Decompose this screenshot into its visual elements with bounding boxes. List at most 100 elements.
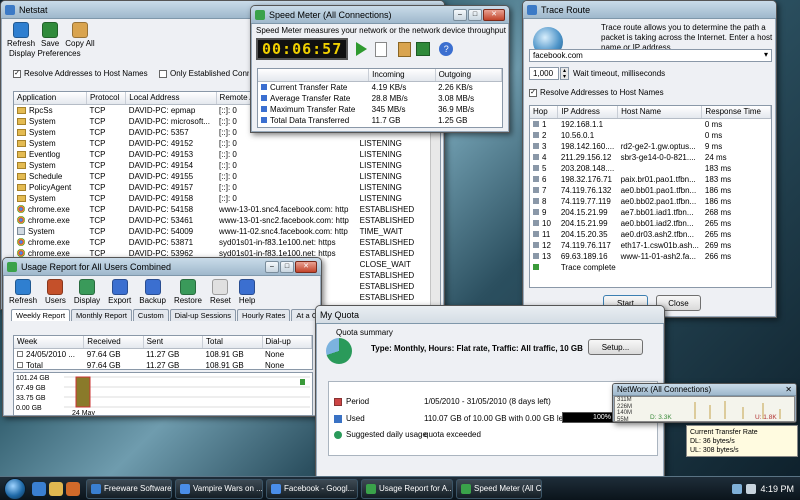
- clock[interactable]: 4:19 PM: [760, 484, 794, 494]
- usage-report-titlebar[interactable]: Usage Report for All Users Combined – □ ✕: [3, 258, 321, 276]
- column-header[interactable]: Protocol: [86, 92, 127, 105]
- table-row[interactable]: Total 97.64 GB 11.27 GB 108.91 GB None: [14, 360, 312, 369]
- table-row[interactable]: System TCP DAVID-PC: 49154 [::]: 0 LISTENING: [14, 160, 440, 171]
- usage-restore-button[interactable]: Restore: [174, 279, 202, 305]
- usage-display-button[interactable]: Display: [74, 279, 100, 305]
- host-input[interactable]: facebook.com ▾: [529, 49, 772, 62]
- netstat-refresh-button[interactable]: Refresh: [7, 22, 35, 48]
- start-orb-icon[interactable]: [4, 477, 26, 500]
- application-cell: Schedule: [14, 171, 86, 182]
- table-row[interactable]: 9 204.15.21.99 ae7.bb01.iad1.tfbn... 268 ms: [530, 207, 771, 218]
- clipboard-icon[interactable]: [398, 41, 412, 57]
- column-header[interactable]: Host Name: [617, 106, 703, 119]
- trace-resolve-checkbox[interactable]: ✓ Resolve Addresses to Host Names: [529, 88, 664, 97]
- chevron-down-icon[interactable]: ▾: [764, 50, 768, 59]
- tab-monthly-report[interactable]: Monthly Report: [71, 309, 132, 321]
- column-header[interactable]: Sent: [143, 336, 204, 349]
- quicklaunch-folder-icon[interactable]: [49, 481, 63, 496]
- table-row[interactable]: 8 74.119.77.119 ae0.bb02.pao1.tfbn... 186 m…: [530, 196, 771, 207]
- close-icon[interactable]: ✕: [785, 385, 792, 394]
- minimize-button[interactable]: –: [453, 8, 467, 21]
- resolve-hosts-checkbox[interactable]: ✓ Resolve Addresses to Host Names: [13, 69, 148, 78]
- column-header[interactable]: Week: [14, 336, 85, 349]
- taskbar-button[interactable]: Freeware Software...: [86, 478, 172, 499]
- help-icon[interactable]: ?: [439, 42, 454, 56]
- usage-help-button[interactable]: Help: [239, 279, 255, 305]
- tab-dial-up-sessions[interactable]: Dial-up Sessions: [169, 309, 237, 321]
- usage-refresh-button[interactable]: Refresh: [9, 279, 37, 305]
- table-row[interactable]: chrome.exe TCP DAVID-PC: 53871 syd01s01-in-…: [14, 237, 440, 248]
- table-row[interactable]: 13 69.63.189.16 www-11-01-ash2.fa... 266 ms: [530, 251, 771, 262]
- time-cell: 265 ms: [704, 229, 732, 239]
- table-row[interactable]: System TCP DAVID-PC: 49152 [::]: 0 LISTENING: [14, 138, 440, 149]
- taskbar-button[interactable]: Speed Meter (All C...: [456, 478, 542, 499]
- save-icon[interactable]: [416, 42, 431, 56]
- state-cell: ESTABLISHED: [359, 204, 415, 214]
- table-row[interactable]: 3 198.142.160.... rd2-ge2-1.gw.optus... 9 m…: [530, 141, 771, 152]
- column-header[interactable]: Hop: [530, 106, 559, 119]
- table-row[interactable]: 7 74.119.76.132 ae0.bb01.pao1.tfbn... 186 m…: [530, 185, 771, 196]
- table-row[interactable]: 12 74.119.76.117 eth17-1.csw01b.ash... 269 …: [530, 240, 771, 251]
- usage-export-button[interactable]: Export: [108, 279, 131, 305]
- table-row[interactable]: 6 198.32.176.71 paix.br01.pao1.tfbn... 183 …: [530, 174, 771, 185]
- table-row[interactable]: 5 203.208.148.... 183 ms: [530, 163, 771, 174]
- table-row[interactable]: 4 211.29.156.12 sbr3-ge14-0-0-821.... 24 ms: [530, 152, 771, 163]
- trace-route-titlebar[interactable]: Trace Route: [523, 1, 776, 19]
- table-row[interactable]: 1 192.168.1.1 0 ms: [530, 118, 771, 130]
- table-row[interactable]: System TCP DAVID-PC: 49158 [::]: 0 LISTENING: [14, 193, 440, 204]
- column-header[interactable]: Total: [202, 336, 263, 349]
- usage-reset-button[interactable]: Reset: [210, 279, 231, 305]
- quicklaunch-ie-icon[interactable]: [32, 481, 46, 496]
- close-button[interactable]: ✕: [295, 260, 317, 273]
- usage-users-button[interactable]: Users: [45, 279, 66, 305]
- network-tray-icon[interactable]: [732, 483, 743, 494]
- table-row[interactable]: PolicyAgent TCP DAVID-PC: 49157 [::]: 0 LIST…: [14, 182, 440, 193]
- taskbar-button[interactable]: Usage Report for A...: [361, 478, 453, 499]
- quicklaunch-media-icon[interactable]: [66, 481, 80, 496]
- taskbar-button[interactable]: Facebook - Googl...: [266, 478, 358, 499]
- table-row[interactable]: 2 10.56.0.1 0 ms: [530, 130, 771, 141]
- maximize-button[interactable]: □: [468, 8, 482, 21]
- tab-hourly-rates[interactable]: Hourly Rates: [237, 309, 291, 321]
- column-header[interactable]: IP Address: [557, 106, 619, 119]
- netstat-scrollbar[interactable]: [430, 104, 440, 308]
- timeout-input[interactable]: 1,000: [529, 67, 559, 80]
- tab-custom[interactable]: Custom: [132, 309, 169, 321]
- table-row[interactable]: chrome.exe TCP DAVID-PC: 53461 www-13-01-sn…: [14, 215, 440, 226]
- table-row[interactable]: chrome.exe TCP DAVID-PC: 54158 www-13-01.sn…: [14, 204, 440, 215]
- tab-weekly-report[interactable]: Weekly Report: [11, 309, 71, 321]
- usage-backup-button[interactable]: Backup: [139, 279, 166, 305]
- quota-setup-button[interactable]: Setup...: [588, 339, 643, 355]
- minimize-button[interactable]: –: [265, 260, 279, 273]
- table-row[interactable]: 10 204.15.21.99 ae0.bb01.iad2.tfbn... 265 m…: [530, 218, 771, 229]
- table-row[interactable]: System TCP DAVID-PC: 54009 www-11-02.snc4.f…: [14, 226, 440, 237]
- usage-toolbar-label: Help: [238, 296, 256, 305]
- time-cell: 183 ms: [704, 163, 732, 173]
- my-quota-titlebar[interactable]: My Quota: [316, 306, 664, 324]
- table-row[interactable]: Eventlog TCP DAVID-PC: 49153 [::]: 0 LISTENI…: [14, 149, 440, 160]
- netstat-copy-all-button[interactable]: Copy All: [65, 22, 95, 48]
- table-row[interactable]: 24/05/2010 ... 97.64 GB 11.27 GB 108.91 GB N…: [14, 348, 312, 360]
- table-row[interactable]: Trace complete: [530, 262, 771, 273]
- table-row[interactable]: Schedule TCP DAVID-PC: 49155 [::]: 0 LISTENI…: [14, 171, 440, 182]
- table-row[interactable]: 11 204.15.20.35 ae0.dr03.ash2.tfbn... 265 m…: [530, 229, 771, 240]
- remote-address-cell: [::]: 0: [219, 193, 237, 203]
- new-document-icon[interactable]: [375, 41, 388, 57]
- taskbar-button[interactable]: Vampire Wars on ...: [175, 478, 263, 499]
- established-only-checkbox[interactable]: Only Established Connections: [159, 69, 249, 78]
- speed-meter-titlebar[interactable]: Speed Meter (All Connections) – □ ✕: [251, 6, 509, 24]
- volume-tray-icon[interactable]: [746, 483, 757, 494]
- networx-titlebar[interactable]: NetWorx (All Connections) ✕: [613, 384, 796, 396]
- netstat-save-button[interactable]: Save: [41, 22, 59, 48]
- close-button[interactable]: ✕: [483, 8, 505, 21]
- column-header[interactable]: Local Address: [125, 92, 217, 105]
- column-header[interactable]: Response Time: [701, 106, 771, 119]
- outgoing-cell: 3.08 MB/s: [438, 93, 475, 103]
- column-header[interactable]: Application: [14, 92, 87, 105]
- maximize-button[interactable]: □: [280, 260, 294, 273]
- hop-icon: [533, 242, 539, 249]
- play-icon[interactable]: [356, 42, 368, 56]
- column-header[interactable]: Dial-up: [262, 336, 312, 349]
- timeout-spinner[interactable]: ▴ ▾: [560, 67, 569, 80]
- column-header[interactable]: Received: [83, 336, 144, 349]
